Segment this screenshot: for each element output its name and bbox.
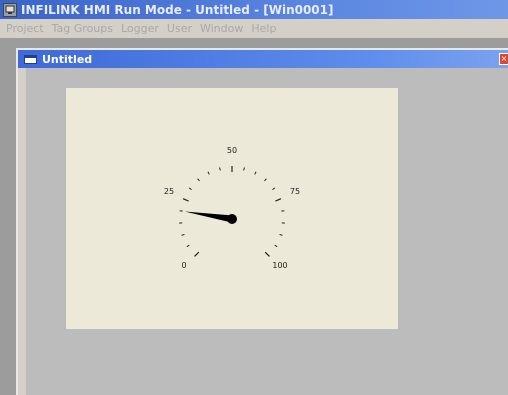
gauge-hub: [227, 214, 237, 224]
app-icon[interactable]: [3, 2, 17, 17]
gauge-label-25: 25: [164, 187, 174, 196]
child-window: Untitled × 0 25 50 75 100: [16, 48, 508, 395]
child-client-area: 0 25 50 75 100: [26, 68, 508, 395]
gauge-tick: [188, 187, 192, 191]
gauge-tick: [272, 187, 276, 191]
menu-window[interactable]: Window: [196, 22, 247, 35]
gauge-tick: [264, 251, 270, 257]
gauge-tick: [219, 167, 221, 171]
menu-project[interactable]: Project: [2, 22, 48, 35]
gauge-needle: [184, 211, 233, 223]
gauge-tick: [264, 178, 267, 182]
menu-tag-groups[interactable]: Tag Groups: [48, 22, 117, 35]
gauge-tick: [275, 198, 282, 202]
gauge-tick: [194, 251, 200, 257]
gauge-tick: [254, 171, 257, 175]
menu-help[interactable]: Help: [247, 22, 280, 35]
gauge-label-50: 50: [227, 146, 237, 155]
mdi-workspace: Untitled × 0 25 50 75 100: [0, 38, 508, 395]
child-title: Untitled: [42, 52, 93, 66]
gauge-ticks: [179, 166, 285, 257]
child-title-bar[interactable]: Untitled ×: [18, 50, 508, 68]
window-icon: [24, 54, 37, 64]
close-button[interactable]: ×: [499, 53, 508, 65]
menu-logger[interactable]: Logger: [117, 22, 163, 35]
gauge-tick: [182, 198, 189, 202]
menu-user[interactable]: User: [163, 22, 196, 35]
gauge-label-75: 75: [290, 187, 300, 196]
hmi-canvas: 0 25 50 75 100: [66, 88, 398, 329]
app-title: INFILINK HMI Run Mode - Untitled - [Win0…: [21, 2, 334, 17]
gauge-label-0: 0: [181, 261, 186, 270]
gauge-tick: [274, 244, 278, 248]
gauge-tick: [181, 233, 185, 236]
gauge-tick: [186, 244, 190, 248]
gauge-meter: 0 25 50 75 100: [164, 146, 300, 270]
menu-bar: Project Tag Groups Logger User Window He…: [0, 19, 508, 38]
gauge-tick: [197, 178, 200, 182]
app-title-bar[interactable]: INFILINK HMI Run Mode - Untitled - [Win0…: [0, 0, 508, 19]
gauge-tick: [279, 233, 283, 236]
gauge-tick: [243, 167, 245, 171]
gauge-label-100: 100: [272, 261, 287, 270]
gauge-tick: [207, 171, 210, 175]
